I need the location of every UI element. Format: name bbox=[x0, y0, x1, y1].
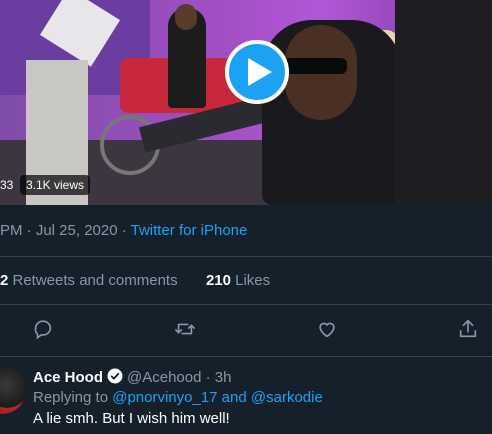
video-frame-sunglasses bbox=[283, 58, 347, 74]
replying-to: Replying to @pnorvinyo_17 and @sarkodie bbox=[33, 388, 323, 408]
divider bbox=[0, 256, 492, 257]
reply-header: Ace Hood @Acehood · 3h bbox=[33, 367, 231, 387]
avatar[interactable] bbox=[0, 366, 26, 414]
verified-badge-icon bbox=[107, 368, 123, 384]
replying-to-prefix: Replying to bbox=[33, 389, 113, 406]
reply-tweet[interactable]: Ace Hood @Acehood · 3h Replying to @pnor… bbox=[0, 360, 492, 434]
divider bbox=[0, 356, 492, 357]
tweet-actions bbox=[0, 318, 492, 342]
likes-label: Likes bbox=[230, 272, 271, 289]
video-frame-person-right bbox=[395, 0, 492, 205]
tweet-timestamp[interactable]: PM · Jul 25, 2020 · bbox=[0, 222, 131, 239]
play-icon bbox=[247, 58, 272, 86]
retweets-label: Retweets and comments bbox=[8, 272, 178, 289]
reply-author-name[interactable]: Ace Hood bbox=[33, 369, 103, 386]
retweets-stat[interactable]: 2 Retweets and comments bbox=[0, 272, 178, 289]
reply-author-handle[interactable]: @Acehood · 3h bbox=[127, 369, 231, 386]
reply-text: A lie smh. But I wish him well! bbox=[33, 410, 230, 427]
replying-to-and: and bbox=[217, 389, 251, 406]
like-icon[interactable] bbox=[316, 318, 340, 342]
play-button[interactable] bbox=[225, 40, 289, 104]
retweet-icon[interactable] bbox=[173, 318, 197, 342]
video-player[interactable]: 33 3.1K views bbox=[0, 0, 492, 205]
tweet-meta: PM · Jul 25, 2020 · Twitter for iPhone bbox=[0, 221, 247, 241]
view-count: 3.1K views bbox=[20, 175, 91, 195]
video-frame-person-head bbox=[175, 4, 197, 30]
divider bbox=[0, 304, 492, 305]
share-icon[interactable] bbox=[457, 318, 481, 342]
mention-link[interactable]: @pnorvinyo_17 bbox=[112, 389, 217, 406]
likes-count: 210 bbox=[205, 272, 231, 289]
tweet-source-link[interactable]: Twitter for iPhone bbox=[131, 222, 248, 239]
video-time: 33 bbox=[0, 178, 14, 192]
mention-link[interactable]: @sarkodie bbox=[251, 389, 323, 406]
comment-icon[interactable] bbox=[32, 318, 56, 342]
tweet-stats: 2 Retweets and comments 210 Likes bbox=[0, 271, 270, 291]
likes-stat[interactable]: 210 Likes bbox=[206, 272, 270, 289]
